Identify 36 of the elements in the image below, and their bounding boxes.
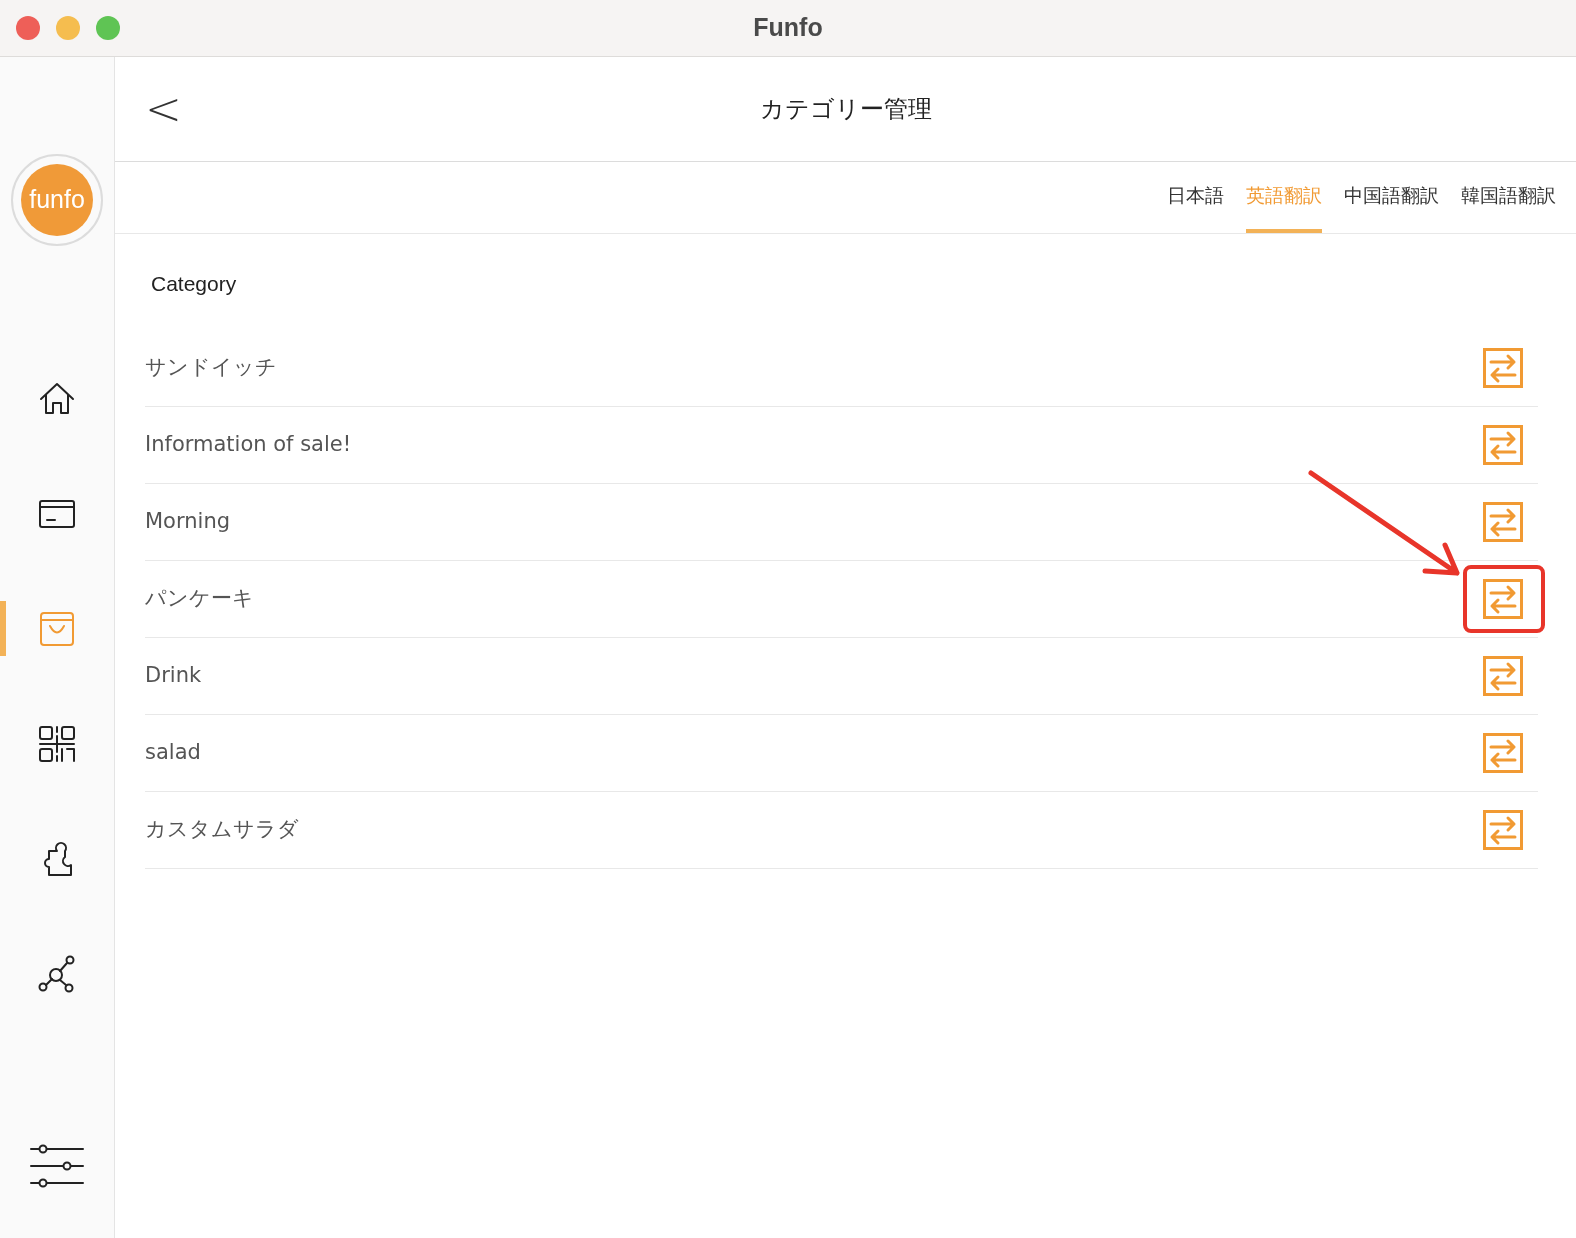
- language-tab[interactable]: 韓国語翻訳: [1461, 162, 1556, 233]
- swap-icon: [1483, 501, 1523, 542]
- section-label: Category: [151, 272, 237, 295]
- page-title: カテゴリー管理: [759, 94, 932, 125]
- settings-sliders-icon: [29, 1144, 85, 1188]
- category-name: salad: [145, 738, 201, 766]
- swap-icon: [1483, 424, 1523, 465]
- translate-button[interactable]: [1483, 578, 1523, 619]
- network-icon: [37, 953, 77, 994]
- translate-button[interactable]: [1483, 655, 1523, 696]
- qr-code-icon: [37, 723, 77, 764]
- translate-button[interactable]: [1483, 347, 1523, 388]
- category-name: Drink: [145, 661, 202, 689]
- swap-icon: [1483, 732, 1523, 773]
- back-button[interactable]: <: [145, 87, 182, 131]
- swap-icon: [1483, 578, 1523, 619]
- category-name: Information of sale!: [145, 430, 352, 458]
- swap-icon: [1483, 347, 1523, 388]
- language-tab[interactable]: 日本語: [1167, 162, 1224, 233]
- translate-button[interactable]: [1483, 424, 1523, 465]
- settings-button[interactable]: [29, 1144, 85, 1188]
- minimize-window-button[interactable]: [56, 16, 80, 40]
- swap-icon: [1483, 655, 1523, 696]
- translate-button[interactable]: [1483, 501, 1523, 542]
- category-name: Morning: [145, 507, 230, 535]
- logo-text: funfo: [29, 184, 85, 216]
- translate-button[interactable]: [1483, 732, 1523, 773]
- swap-icon: [1483, 809, 1523, 850]
- category-name: カスタムサラダ: [145, 815, 299, 843]
- category-name: サンドイッチ: [145, 353, 277, 381]
- close-window-button[interactable]: [16, 16, 40, 40]
- maximize-window-button[interactable]: [96, 16, 120, 40]
- translate-button[interactable]: [1483, 809, 1523, 850]
- window-title: Funfo: [753, 12, 823, 44]
- language-tab[interactable]: 中国語翻訳: [1344, 162, 1439, 233]
- category-name: パンケーキ: [145, 584, 254, 612]
